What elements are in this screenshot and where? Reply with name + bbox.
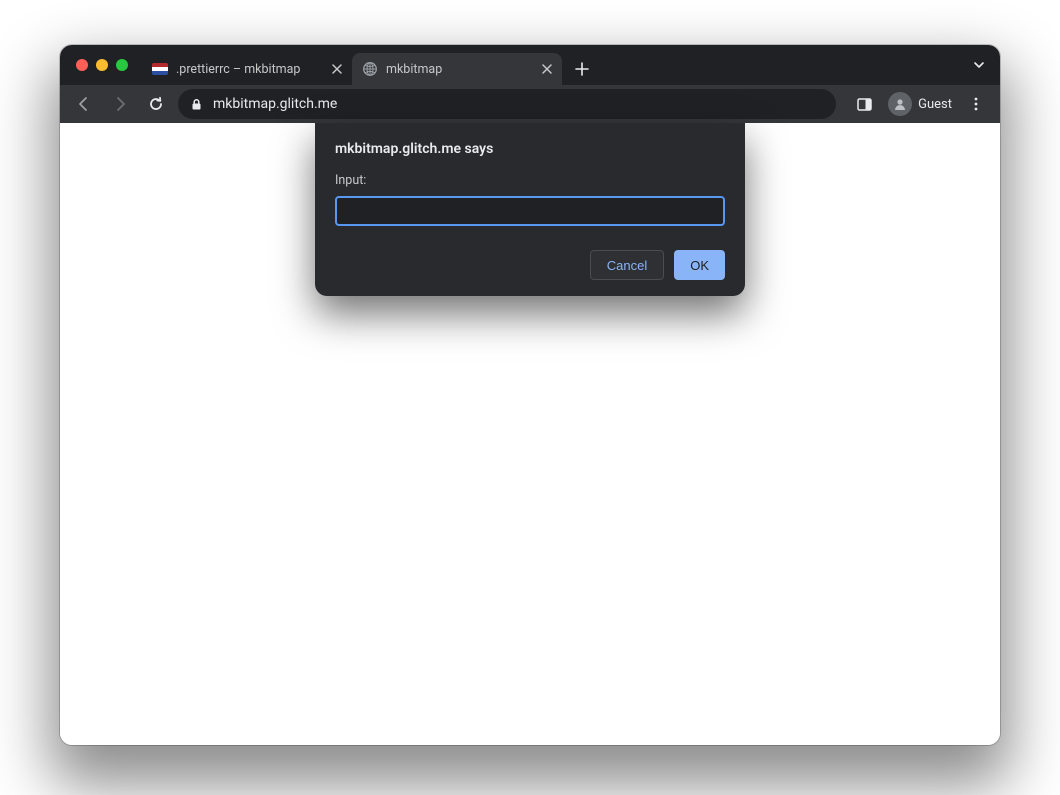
kebab-menu-button[interactable] (962, 90, 990, 118)
cancel-button[interactable]: Cancel (590, 250, 664, 280)
forward-button[interactable] (106, 90, 134, 118)
tab-title: mkbitmap (386, 62, 442, 77)
browser-window: .prettierrc – mkbitmap mkbitmap (60, 45, 1000, 745)
favicon-globe-icon (362, 61, 378, 77)
window-zoom-icon[interactable] (116, 59, 128, 71)
close-tab-icon[interactable] (332, 64, 342, 74)
tab-active[interactable]: mkbitmap (352, 53, 562, 85)
tabs-container: .prettierrc – mkbitmap mkbitmap (142, 45, 1000, 85)
favicon-flag-icon (152, 61, 168, 77)
side-panel-button[interactable] (850, 90, 878, 118)
window-close-icon[interactable] (76, 59, 88, 71)
prompt-label: Input: (335, 173, 725, 188)
reload-button[interactable] (142, 90, 170, 118)
js-prompt-dialog: mkbitmap.glitch.me says Input: Cancel OK (315, 123, 745, 296)
ok-button[interactable]: OK (674, 250, 725, 280)
back-button[interactable] (70, 90, 98, 118)
prompt-origin: mkbitmap.glitch.me says (335, 141, 725, 157)
url-text: mkbitmap.glitch.me (213, 96, 337, 112)
address-bar[interactable]: mkbitmap.glitch.me (178, 89, 836, 119)
prompt-input[interactable] (335, 196, 725, 226)
avatar-icon (888, 92, 912, 116)
prompt-actions: Cancel OK (335, 250, 725, 280)
toolbar-right: Guest (844, 90, 990, 118)
profile-label: Guest (918, 97, 952, 112)
window-controls (72, 45, 136, 85)
tab-strip: .prettierrc – mkbitmap mkbitmap (60, 45, 1000, 85)
toolbar: mkbitmap.glitch.me Guest (60, 85, 1000, 123)
close-tab-icon[interactable] (542, 64, 552, 74)
lock-icon (190, 98, 203, 111)
new-tab-button[interactable] (568, 55, 596, 83)
tab-overflow-button[interactable] (972, 45, 986, 85)
tab-title: .prettierrc – mkbitmap (176, 62, 300, 77)
profile-chip[interactable]: Guest (884, 90, 956, 118)
tab-inactive[interactable]: .prettierrc – mkbitmap (142, 53, 352, 85)
window-minimize-icon[interactable] (96, 59, 108, 71)
